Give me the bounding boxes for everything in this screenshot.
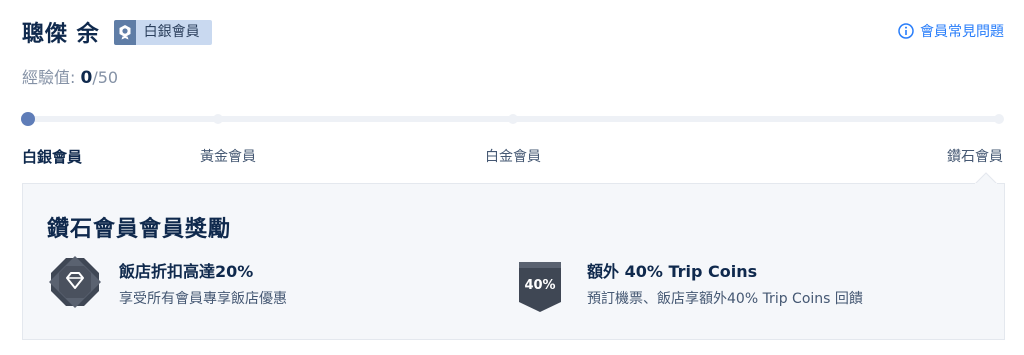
experience-points: 經驗值: 0/50 <box>22 64 118 88</box>
40-percent-badge-icon: 40% <box>519 262 561 312</box>
faq-label[interactable]: 會員常見問題 <box>920 21 1004 41</box>
info-icon <box>898 23 914 39</box>
benefit-title: 額外 40% Trip Coins <box>587 262 758 281</box>
tier-badge-label: 白銀會員 <box>135 19 212 45</box>
user-name: 聰傑 余 <box>22 22 100 47</box>
faq-link[interactable]: 會員常見問題 <box>898 21 1004 41</box>
badge-text: 40% <box>524 278 555 293</box>
tier-label-silver: 白銀會員 <box>22 148 83 166</box>
benefit-title: 飯店折扣高達20% <box>119 262 254 281</box>
benefit-description: 預訂機票、飯店享額外40% Trip Coins 回饋 <box>587 291 863 307</box>
benefit-trip-coins: 40% 額外 40% Trip Coins 預訂機票、飯店享額外40% Trip… <box>517 256 863 316</box>
progress-dot-silver <box>21 112 35 126</box>
tier-label-platinum: 白金會員 <box>485 149 541 165</box>
tier-progress-bar <box>20 112 1004 126</box>
progress-dot-platinum <box>508 114 518 124</box>
progress-dot-gold <box>213 114 223 124</box>
panel-pointer <box>975 172 997 184</box>
experience-label: 經驗值: <box>22 68 81 87</box>
tier-label-gold: 黃金會員 <box>200 149 256 165</box>
benefit-hotel-discount: 飯店折扣高達20% 享受所有會員專享飯店優惠 <box>49 256 287 316</box>
experience-target: /50 <box>92 68 119 87</box>
progress-dot-diamond <box>994 114 1004 124</box>
rewards-title: 鑽石會員會員獎勵 <box>47 217 232 242</box>
diamond-rewards-panel: 鑽石會員會員獎勵 飯店折扣高達20% 享受所有會員專享飯店優惠 40% 額外 4… <box>22 183 1005 340</box>
tier-badge: 白銀會員 <box>113 19 212 45</box>
member-header: 聰傑 余 白銀會員 <box>22 16 212 48</box>
silver-medal-icon <box>113 19 136 45</box>
tier-label-diamond: 鑽石會員 <box>947 149 1003 165</box>
experience-current: 0 <box>80 68 93 88</box>
diamond-hotel-icon <box>49 256 101 308</box>
benefit-description: 享受所有會員專享飯店優惠 <box>119 291 287 307</box>
